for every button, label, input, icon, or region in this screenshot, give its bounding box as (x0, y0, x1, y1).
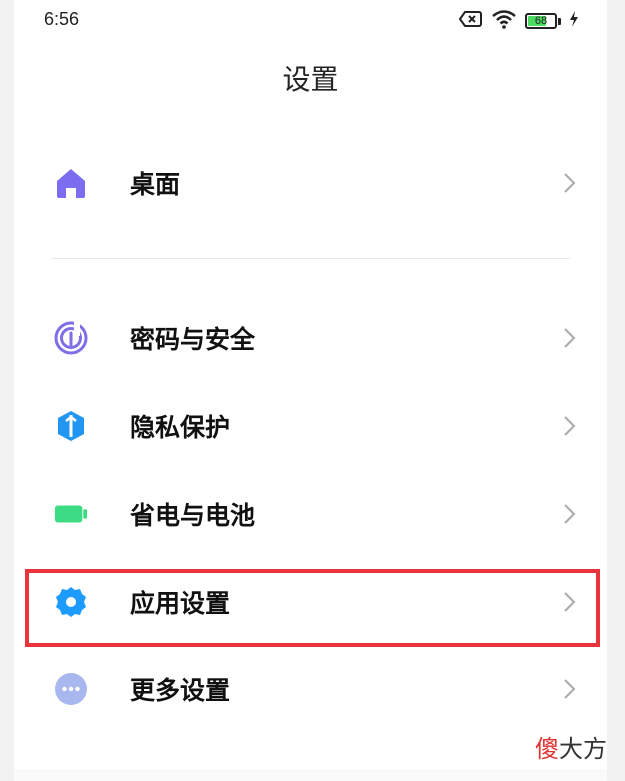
settings-screen: 6:56 68 设置 桌面 密码与安全 隐私保护 省电与电池 应用设置 更多设置 (14, 0, 607, 781)
settings-item-label: 隐私保护 (130, 413, 231, 442)
settings-item-desktop[interactable]: 桌面 (14, 143, 607, 223)
watermark: 傻大方 (535, 729, 607, 764)
settings-item-password-security[interactable]: 密码与安全 (14, 298, 607, 378)
chevron-right-icon (564, 504, 576, 524)
chevron-right-icon (564, 173, 576, 193)
home-icon (54, 166, 88, 200)
settings-item-privacy[interactable]: 隐私保护 (14, 386, 607, 466)
watermark-rest: 大方 (559, 735, 607, 763)
wifi-icon (491, 9, 517, 33)
status-time: 6:56 (44, 9, 80, 29)
settings-item-battery[interactable]: 省电与电池 (14, 474, 607, 554)
page-title: 设置 (282, 63, 339, 96)
no-sim-icon (458, 10, 483, 32)
chevron-right-icon (564, 416, 576, 436)
settings-item-label: 密码与安全 (130, 325, 256, 354)
fingerprint-icon (54, 321, 88, 355)
battery-icon: 68 (525, 13, 561, 29)
settings-item-label: 省电与电池 (130, 501, 256, 530)
chevron-right-icon (564, 679, 576, 699)
chevron-right-icon (564, 328, 576, 348)
watermark-first-char: 傻 (535, 735, 559, 763)
divider (52, 258, 570, 259)
privacy-shield-icon (54, 409, 88, 443)
highlight-box (25, 569, 600, 647)
bottom-strip (14, 769, 607, 781)
charging-icon (569, 11, 579, 31)
settings-item-label: 更多设置 (130, 676, 231, 705)
more-dots-icon (54, 672, 88, 706)
status-icons: 68 (458, 9, 579, 33)
settings-item-label: 桌面 (130, 170, 181, 199)
settings-item-more-settings[interactable]: 更多设置 (14, 649, 607, 729)
status-bar: 6:56 68 (14, 0, 607, 40)
battery-green-icon (54, 497, 88, 531)
battery-level: 68 (534, 15, 548, 27)
